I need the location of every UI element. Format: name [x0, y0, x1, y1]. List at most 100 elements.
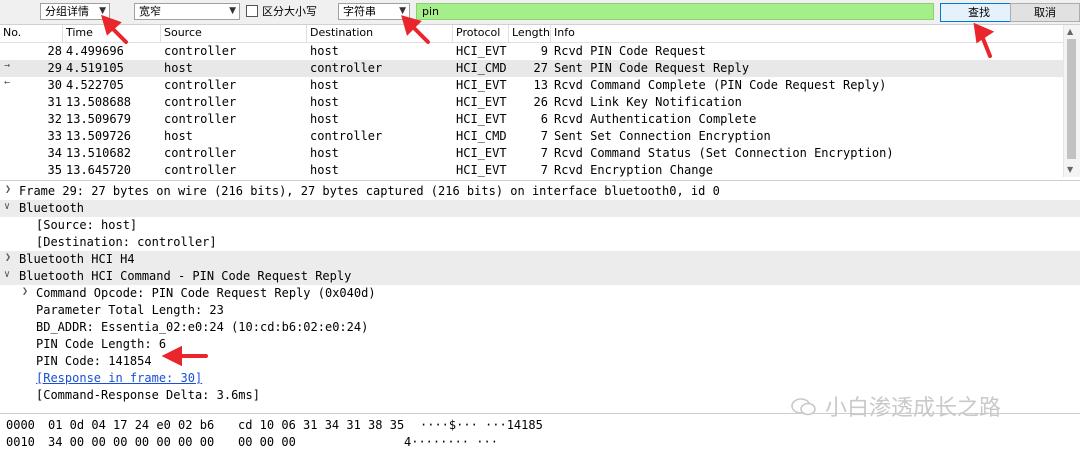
tree-bluetooth-label: Bluetooth [19, 201, 85, 215]
tree-pin-length-label: PIN Code Length: 6 [36, 337, 167, 351]
bytes-hex[interactable]: cd 10 06 31 34 31 38 35 [238, 418, 404, 435]
tree-response-frame[interactable]: [Response in frame: 30] [0, 370, 1080, 387]
packet-list: No. Time Source Destination Protocol Len… [0, 25, 1080, 177]
case-sensitive-label: 区分大小写 [262, 5, 317, 18]
bytes-hex[interactable]: 34 00 00 00 00 00 00 00 [48, 435, 214, 452]
annotation-arrow-icon [101, 14, 128, 44]
cell-info: Rcvd Authentication Complete [554, 112, 757, 126]
tree-frame-label: Frame 29: 27 bytes on wire (216 bits), 2… [19, 184, 720, 198]
annotation-arrow-icon [161, 346, 208, 366]
cell-dst: host [310, 146, 339, 160]
col-time[interactable]: Time [66, 26, 93, 39]
col-source[interactable]: Source [164, 26, 202, 39]
tree-opcode-label: Command Opcode: PIN Code Request Reply (… [36, 286, 376, 300]
tree-param-length[interactable]: Parameter Total Length: 23 [0, 302, 1080, 319]
checkbox-icon [246, 5, 258, 17]
cell-proto: HCI_EVT [456, 112, 507, 126]
cell-len: 7 [540, 163, 548, 177]
cell-src: controller [164, 112, 237, 126]
tree-destination[interactable]: [Destination: controller] [0, 234, 1080, 251]
tree-source[interactable]: [Source: host] [0, 217, 1080, 234]
tree-hci-command[interactable]: ∨ Bluetooth HCI Command - PIN Code Reque… [0, 268, 1080, 285]
bytes-offset: 0000 [6, 418, 35, 432]
bytes-hex[interactable]: 01 0d 04 17 24 e0 02 b6 [48, 418, 214, 435]
cell-dst: controller [310, 129, 383, 143]
tree-hci-h4[interactable]: ❯ Bluetooth HCI H4 [0, 251, 1080, 268]
cell-info: Rcvd Command Complete (PIN Code Request … [554, 78, 887, 92]
scrollbar-thumb[interactable] [1067, 39, 1076, 159]
table-row[interactable]: 31 13.508688 controller host HCI_EVT 26 Rcvd L… [0, 94, 1064, 111]
cell-len: 27 [533, 61, 548, 75]
col-info[interactable]: Info [554, 26, 575, 39]
tree-response-delta-label: [Command-Response Delta: 3.6ms] [36, 388, 260, 402]
cell-time: 13.509726 [66, 129, 132, 143]
cell-src: host [164, 129, 193, 143]
cell-no: 35 [47, 163, 62, 177]
packet-list-header: No. Time Source Destination Protocol Len… [0, 25, 1064, 43]
tree-hci-h4-label: Bluetooth HCI H4 [19, 252, 135, 266]
cell-proto: HCI_EVT [456, 163, 507, 177]
cell-src: controller [164, 146, 237, 160]
tree-source-label: [Source: host] [36, 218, 138, 232]
cell-time: 4.522705 [66, 78, 124, 92]
cell-dst: host [310, 44, 339, 58]
chevron-down-icon[interactable]: ∨ [4, 201, 10, 212]
tree-bd-addr[interactable]: BD_ADDR: Essentia_02:e0:24 (10:cd:b6:02:… [0, 319, 1080, 336]
chevron-right-icon[interactable]: ❯ [5, 252, 11, 263]
tree-bluetooth[interactable]: ∨ Bluetooth [0, 200, 1080, 217]
table-row[interactable]: ← 30 4.522705 controller host HCI_EVT 13 Rcvd C… [0, 77, 1064, 94]
cell-time: 13.509679 [66, 112, 132, 126]
watermark: 小白渗透成长之路 [790, 390, 1001, 422]
cell-dst: controller [310, 61, 383, 75]
scroll-down-icon[interactable]: ▼ [1067, 165, 1073, 174]
chevron-right-icon[interactable]: ❯ [5, 184, 11, 195]
table-row[interactable]: 33 13.509726 host controller HCI_CMD 7 Sent Se… [0, 128, 1064, 145]
cell-time: 13.508688 [66, 95, 132, 109]
cell-time: 4.499696 [66, 44, 124, 58]
table-row[interactable]: 34 13.510682 controller host HCI_EVT 7 Rcvd Co… [0, 145, 1064, 162]
cell-len: 9 [540, 44, 548, 58]
table-row[interactable]: 35 13.645720 controller host HCI_EVT 7 Rcvd En… [0, 162, 1064, 179]
cell-len: 26 [533, 95, 548, 109]
tree-frame[interactable]: ❯ Frame 29: 27 bytes on wire (216 bits),… [0, 183, 1080, 200]
response-frame-link[interactable]: [Response in frame: 30] [36, 371, 202, 385]
cell-no: 28 [47, 44, 62, 58]
scroll-up-icon[interactable]: ▲ [1067, 27, 1073, 36]
tree-hci-command-label: Bluetooth HCI Command - PIN Code Request… [19, 269, 352, 283]
search-in-value: 分组详情 [45, 5, 89, 18]
bytes-hex[interactable]: 00 00 00 [238, 435, 296, 452]
annotation-arrow-icon [973, 22, 995, 58]
bytes-ascii[interactable]: ····$··· ···14185 [420, 418, 543, 435]
cell-src: controller [164, 44, 237, 58]
col-length[interactable]: Length [512, 26, 550, 39]
col-protocol[interactable]: Protocol [456, 26, 500, 39]
col-destination[interactable]: Destination [310, 26, 373, 39]
search-input[interactable]: pin [416, 3, 934, 20]
cell-len: 7 [540, 146, 548, 160]
chevron-down-icon: ▼ [229, 6, 236, 16]
cell-time: 4.519105 [66, 61, 124, 75]
cell-proto: HCI_CMD [456, 129, 507, 143]
cell-info: Rcvd Command Status (Set Connection Encr… [554, 146, 894, 160]
table-row[interactable]: → 29 4.519105 host controller HCI_CMD 27 Sent P… [0, 60, 1064, 77]
case-sensitive-checkbox[interactable]: 区分大小写 [246, 3, 317, 20]
bytes-offset: 0010 [6, 435, 35, 449]
bytes-ascii[interactable]: 4········ ··· [404, 435, 498, 452]
table-row[interactable]: 28 4.499696 controller host HCI_EVT 9 Rcvd PIN… [0, 43, 1064, 60]
packet-list-scrollbar[interactable]: ▲ ▼ [1063, 25, 1080, 177]
cell-proto: HCI_EVT [456, 78, 507, 92]
cell-proto: HCI_EVT [456, 44, 507, 58]
col-no[interactable]: No. [3, 26, 21, 39]
cell-len: 13 [533, 78, 548, 92]
chevron-right-icon[interactable]: ❯ [22, 286, 28, 297]
table-row[interactable]: 32 13.509679 controller host HCI_EVT 6 Rcvd Au… [0, 111, 1064, 128]
chevron-down-icon[interactable]: ∨ [4, 269, 10, 280]
cancel-button[interactable]: 取消 [1010, 3, 1080, 22]
cell-info: Rcvd Link Key Notification [554, 95, 742, 109]
tree-opcode[interactable]: ❯ Command Opcode: PIN Code Request Reply… [0, 285, 1080, 302]
char-width-select[interactable]: 宽窄 ▼ [134, 3, 240, 20]
cell-len: 6 [540, 112, 548, 126]
cell-proto: HCI_EVT [456, 95, 507, 109]
cell-no: 34 [47, 146, 62, 160]
cell-no: 30 [47, 78, 62, 92]
